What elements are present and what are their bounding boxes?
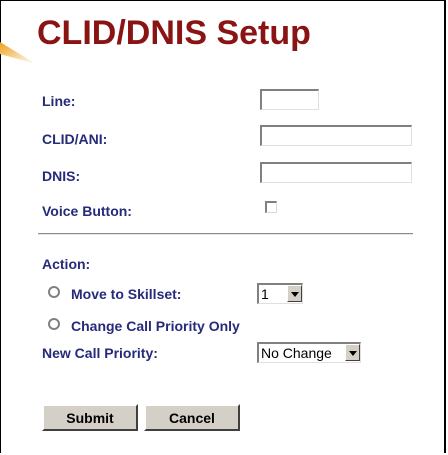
new-call-priority-value: No Change xyxy=(261,345,332,361)
skillset-select-value: 1 xyxy=(261,286,269,302)
new-call-priority-label: New Call Priority: xyxy=(42,345,158,361)
move-to-skillset-label: Move to Skillset: xyxy=(71,286,182,302)
voice-button-checkbox[interactable] xyxy=(265,201,277,213)
corner-accent-icon xyxy=(0,42,36,64)
clid-ani-input[interactable] xyxy=(260,125,412,146)
page-title: CLID/DNIS Setup xyxy=(37,14,311,52)
dnis-input[interactable] xyxy=(260,162,412,183)
move-to-skillset-radio[interactable] xyxy=(48,286,60,298)
action-label: Action: xyxy=(42,256,91,272)
change-priority-only-label: Change Call Priority Only xyxy=(71,318,240,334)
skillset-select[interactable]: 1 xyxy=(257,283,303,304)
section-divider xyxy=(38,233,413,235)
line-label: Line: xyxy=(42,93,76,109)
dnis-label: DNIS: xyxy=(42,168,81,184)
submit-button[interactable]: Submit xyxy=(42,404,138,431)
chevron-down-icon[interactable] xyxy=(345,344,360,361)
chevron-down-icon[interactable] xyxy=(287,285,302,302)
content-frame xyxy=(0,0,446,453)
line-input[interactable] xyxy=(260,89,319,110)
change-priority-only-radio[interactable] xyxy=(48,318,60,330)
voice-button-label: Voice Button: xyxy=(42,203,132,219)
cancel-button[interactable]: Cancel xyxy=(144,404,240,431)
new-call-priority-select[interactable]: No Change xyxy=(257,342,361,363)
clid-ani-label: CLID/ANI: xyxy=(42,131,108,147)
